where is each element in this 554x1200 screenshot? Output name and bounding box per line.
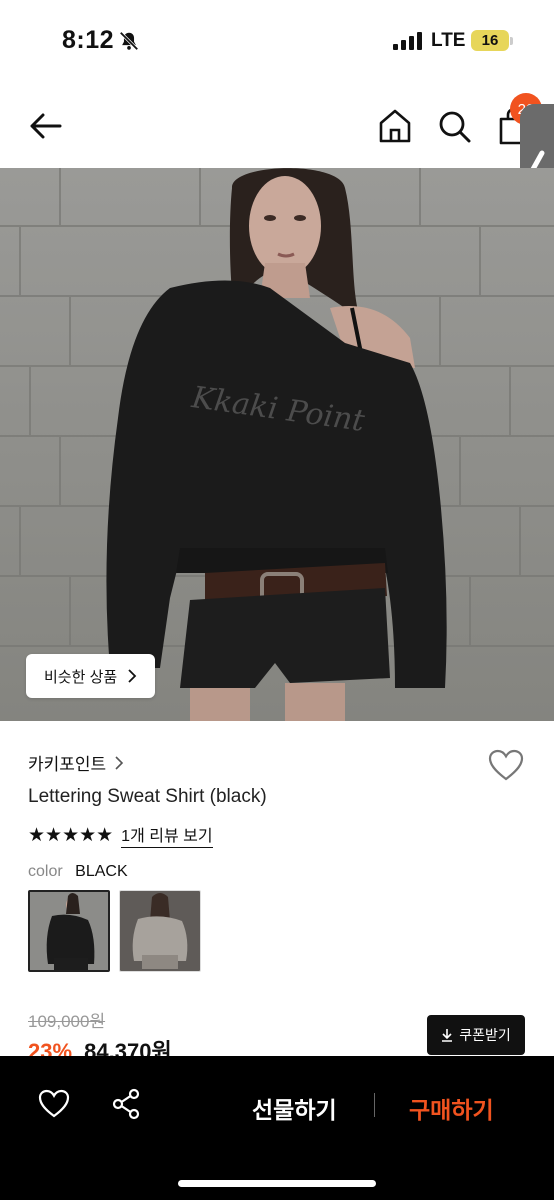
chevron-right-icon [115, 755, 124, 770]
wishlist-heart-icon[interactable] [488, 748, 524, 784]
chevron-right-icon [128, 669, 137, 683]
star-rating-icon: ★★★★★ [28, 824, 114, 846]
product-title: Lettering Sweat Shirt (black) [28, 786, 267, 807]
original-price: 109,000원 [28, 1012, 106, 1031]
gift-button[interactable]: 선물하기 [252, 1091, 337, 1125]
status-bar: 8:12 LTE 16 [0, 0, 554, 84]
color-label: color [28, 863, 63, 880]
buy-button[interactable]: 구매하기 [409, 1091, 494, 1125]
bottom-action-bar: 선물하기 구매하기 [0, 1056, 554, 1200]
rating-row: ★★★★★ 1개 리뷰 보기 [28, 822, 213, 848]
home-indicator[interactable] [178, 1180, 376, 1187]
sale-price-row: 23% 84,370원 [28, 1034, 172, 1056]
product-photo: Kkaki Point [0, 168, 554, 721]
top-nav: 20 [0, 84, 554, 168]
signal-icon [393, 32, 422, 50]
swatch-gray-image [120, 891, 200, 971]
review-link[interactable]: 1개 리뷰 보기 [121, 822, 213, 848]
battery-icon: 16 [471, 30, 509, 51]
similar-products-button[interactable]: 비슷한 상품 [26, 654, 156, 698]
share-icon[interactable] [110, 1088, 142, 1120]
coupon-download-button[interactable]: 쿠폰받기 [427, 1015, 525, 1055]
color-value: BLACK [75, 863, 128, 880]
color-swatch-black[interactable] [28, 890, 110, 972]
bar-divider [374, 1093, 375, 1117]
swatch-black-image [30, 892, 108, 970]
color-selector-label: color BLACK [28, 863, 128, 881]
color-swatch-gray[interactable] [119, 890, 201, 972]
brand-link[interactable]: 카키포인트 [28, 750, 124, 775]
sale-price: 84,370원 [84, 1039, 172, 1056]
discount-rate: 23% [28, 1039, 73, 1056]
network-label: LTE [431, 30, 466, 51]
coupon-label: 쿠폰받기 [459, 1027, 511, 1043]
back-arrow-icon[interactable] [26, 106, 66, 146]
similar-products-label: 비슷한 상품 [44, 668, 118, 686]
product-image[interactable]: Kkaki Point 비슷한 상품 [0, 168, 554, 721]
search-icon[interactable] [436, 106, 472, 146]
status-time: 8:12 [62, 26, 115, 54]
battery-nub [510, 37, 513, 45]
brand-name: 카키포인트 [28, 755, 107, 774]
download-icon [442, 1029, 453, 1042]
heart-icon[interactable] [38, 1088, 70, 1120]
bell-muted-icon [119, 31, 139, 51]
home-icon[interactable] [377, 106, 413, 146]
